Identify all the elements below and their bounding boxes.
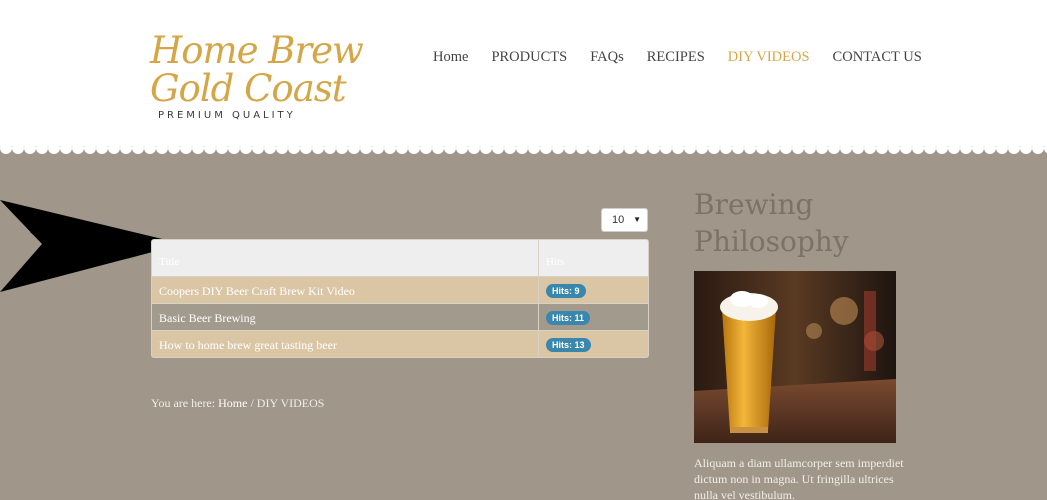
nav-item-contact-us[interactable]: CONTACT US (833, 49, 922, 66)
site-logo[interactable]: Home Brew Gold Coast PREMIUM QUALITY (150, 29, 364, 127)
breadcrumb-separator: / (247, 396, 257, 410)
video-title-link[interactable]: Basic Beer Brewing (152, 304, 539, 330)
hits-badge: Hits: 11 (546, 311, 591, 325)
video-title-link[interactable]: Coopers DIY Beer Craft Brew Kit Video (152, 277, 539, 303)
display-limit-select[interactable]: 10 ▼ (601, 208, 648, 232)
breadcrumb-home-link[interactable]: Home (218, 396, 247, 410)
sidebar-title: Brewing Philosophy (694, 188, 849, 258)
limit-value: 10 (612, 214, 625, 226)
table-row: Coopers DIY Beer Craft Brew Kit Video Hi… (152, 276, 648, 303)
logo-tagline: PREMIUM QUALITY (158, 110, 296, 121)
scallop-divider (0, 146, 1047, 160)
table-row: How to home brew great tasting beer Hits… (152, 330, 648, 357)
logo-line-2: Gold Coast (150, 67, 347, 110)
breadcrumb-current: DIY VIDEOS (256, 396, 325, 410)
column-header-title[interactable]: Title (152, 240, 539, 276)
table-row: Basic Beer Brewing Hits: 11 (152, 303, 648, 330)
caret-down-icon: ▼ (633, 215, 641, 224)
hits-badge: Hits: 13 (546, 338, 591, 352)
nav-item-faqs[interactable]: FAQs (590, 49, 624, 66)
nav-item-products[interactable]: PRODUCTS (491, 49, 567, 66)
sidebar-text: Aliquam a diam ullamcorper sem imperdiet… (694, 456, 904, 500)
logo-line-1: Home Brew (150, 29, 364, 72)
beer-glass-image (694, 271, 896, 443)
column-header-hits[interactable]: Hits (539, 240, 648, 276)
hits-badge: Hits: 9 (546, 284, 586, 298)
main-nav: Home PRODUCTS FAQs RECIPES DIY VIDEOS CO… (433, 49, 922, 66)
nav-item-recipes[interactable]: RECIPES (647, 49, 705, 66)
nav-item-diy-videos[interactable]: DIY VIDEOS (728, 49, 810, 66)
video-title-link[interactable]: How to home brew great tasting beer (152, 331, 539, 357)
breadcrumb: You are here: Home / DIY VIDEOS (151, 396, 324, 411)
videos-table: Title Hits Coopers DIY Beer Craft Brew K… (151, 239, 649, 358)
nav-item-home[interactable]: Home (433, 49, 468, 66)
table-header: Title Hits (152, 240, 648, 276)
breadcrumb-prefix: You are here: (151, 396, 219, 410)
